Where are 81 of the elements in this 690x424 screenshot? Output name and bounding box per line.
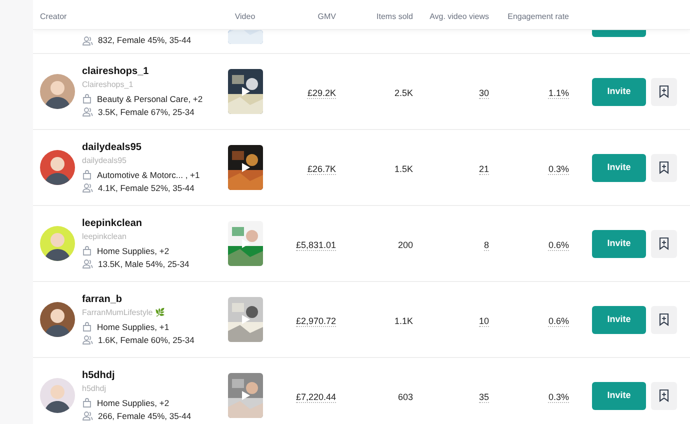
items-sold-value: 603	[398, 392, 413, 402]
category-text: Beauty & Personal Care, +2	[97, 92, 203, 106]
people-icon	[82, 36, 93, 46]
bag-icon	[82, 322, 92, 332]
bag-icon	[82, 246, 92, 256]
views-value: 35	[478, 392, 489, 402]
category-text: Home Supplies, +2	[97, 244, 170, 258]
bookmark-button[interactable]	[651, 230, 677, 258]
creator-name: leepinkclean	[82, 216, 144, 230]
people-icon	[82, 183, 93, 193]
bag-icon	[82, 94, 92, 104]
gmv-value: £29.2K	[307, 88, 336, 98]
engagement-value: 0.6%	[548, 316, 569, 326]
items-sold-value: 200	[398, 240, 413, 250]
bookmark-icon	[658, 161, 670, 174]
engagement-value: 1.1%	[548, 88, 569, 98]
people-icon	[82, 107, 93, 117]
avatar	[40, 74, 75, 109]
creator-handle: FarranMumLifestyle 🌿	[82, 306, 166, 318]
audience-text: 13.5K, Male 54%, 25-34	[98, 258, 190, 270]
bookmark-icon	[658, 313, 670, 326]
people-icon	[82, 259, 93, 269]
gmv-value: £26.7K	[307, 164, 336, 174]
bookmark-icon	[658, 237, 670, 250]
views-value: 8	[484, 240, 489, 250]
invite-button[interactable]: Invite	[592, 230, 646, 258]
creator-handle: dailydeals95	[82, 154, 128, 166]
creator-handle: Claireshops_1	[82, 78, 134, 90]
gmv-value: £5,831.01	[296, 240, 336, 250]
invite-button[interactable]: Invite	[592, 154, 646, 182]
play-icon[interactable]	[242, 315, 250, 324]
creator-handle: leepinkclean	[82, 230, 128, 242]
audience-text: 4.1K, Female 52%, 35-44	[98, 182, 194, 194]
views-value: 30	[478, 88, 489, 98]
creator-name: farran_b	[82, 292, 124, 306]
column-header: Video	[234, 12, 256, 20]
column-header: GMV	[318, 12, 336, 20]
bookmark-button[interactable]	[651, 306, 677, 334]
avatar	[40, 150, 75, 185]
creator-name: claireshops_1	[82, 64, 150, 78]
people-icon	[82, 411, 93, 421]
creator-name: dailydeals95	[82, 140, 142, 154]
avatar	[40, 378, 75, 413]
items-sold-value: 2.5K	[394, 88, 413, 98]
column-header: Engagement rate	[508, 12, 569, 20]
play-icon[interactable]	[242, 163, 250, 172]
people-icon	[82, 335, 93, 345]
audience-text: 3.5K, Female 67%, 25-34	[98, 106, 194, 118]
bookmark-button[interactable]	[651, 78, 677, 106]
audience-text: 1.6K, Female 60%, 25-34	[98, 334, 194, 346]
category-text: Automotive & Motorc... , +1	[97, 168, 200, 182]
views-value: 10	[478, 316, 489, 326]
gmv-value: £7,220.44	[296, 392, 336, 402]
gmv-value: £2,970.72	[296, 316, 336, 326]
creator-handle: h5dhdj	[82, 382, 108, 394]
invite-button[interactable]: Invite	[592, 78, 646, 106]
audience-text: 832, Female 45%, 35-44	[98, 34, 192, 47]
engagement-value: 0.6%	[548, 240, 569, 250]
avatar	[40, 302, 75, 337]
items-sold-value: 1.5K	[394, 164, 413, 174]
engagement-value: 0.3%	[548, 392, 569, 402]
views-value: 21	[478, 164, 489, 174]
column-header: Items sold	[376, 12, 413, 20]
bag-icon	[82, 170, 92, 180]
bookmark-button[interactable]	[651, 382, 677, 410]
play-icon[interactable]	[242, 87, 250, 96]
bag-icon	[82, 398, 92, 408]
creator-name: h5dhdj	[82, 368, 116, 382]
bookmark-icon	[658, 85, 670, 98]
avatar	[40, 226, 75, 261]
items-sold-value: 1.1K	[394, 316, 413, 326]
engagement-value: 0.3%	[548, 164, 569, 174]
column-header: Creator	[40, 12, 67, 20]
category-text: Home Supplies, +1	[97, 320, 170, 334]
audience-text: 266, Female 45%, 35-44	[98, 410, 192, 422]
bookmark-icon	[658, 389, 670, 402]
invite-button[interactable]: Invite	[592, 382, 646, 410]
column-header: Avg. video views	[430, 12, 489, 20]
invite-button[interactable]: Invite	[592, 306, 646, 334]
category-text: Home Supplies, +2	[97, 396, 170, 410]
bookmark-button[interactable]	[651, 154, 677, 182]
